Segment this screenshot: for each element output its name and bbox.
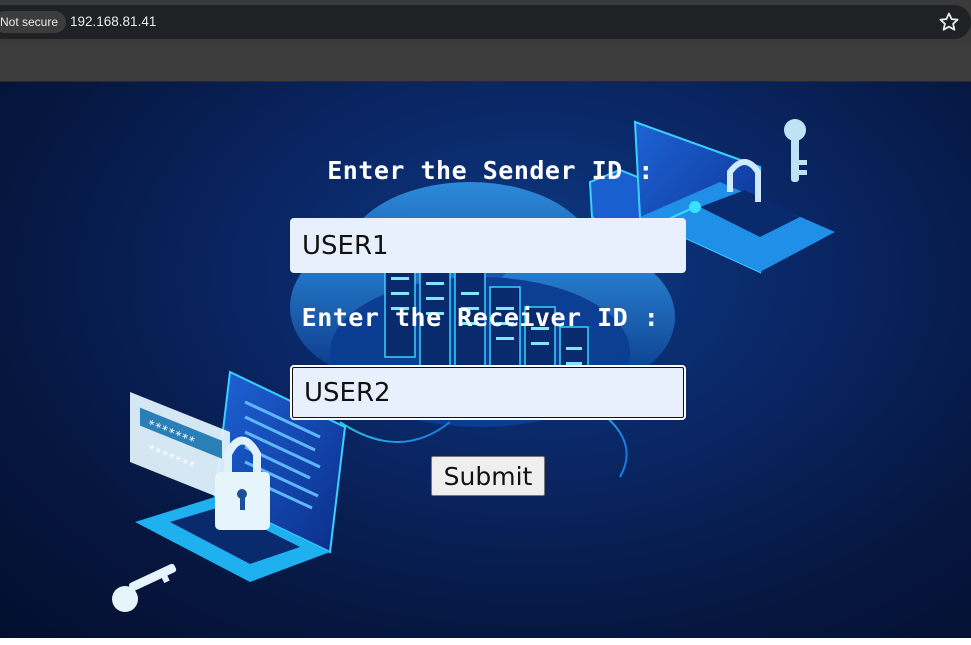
receiver-id-input[interactable] <box>290 365 686 420</box>
security-indicator[interactable]: Not secure <box>0 11 67 33</box>
star-icon[interactable] <box>937 10 961 34</box>
bookmarks-bar <box>0 44 971 82</box>
receiver-id-label: Enter the Receiver ID : <box>301 303 660 332</box>
page-viewport: ******* ******* Enter the Sender ID : En… <box>0 82 971 638</box>
sender-id-label: Enter the Sender ID : <box>327 156 654 185</box>
url-text[interactable]: 192.168.81.41 <box>70 13 156 31</box>
submit-button[interactable]: Submit <box>431 456 545 496</box>
sender-id-input[interactable] <box>290 218 686 273</box>
key-icon-bottom-left <box>112 563 177 612</box>
address-bar[interactable]: Not secure 192.168.81.41 <box>0 5 971 39</box>
page-bottom-margin <box>0 638 971 645</box>
